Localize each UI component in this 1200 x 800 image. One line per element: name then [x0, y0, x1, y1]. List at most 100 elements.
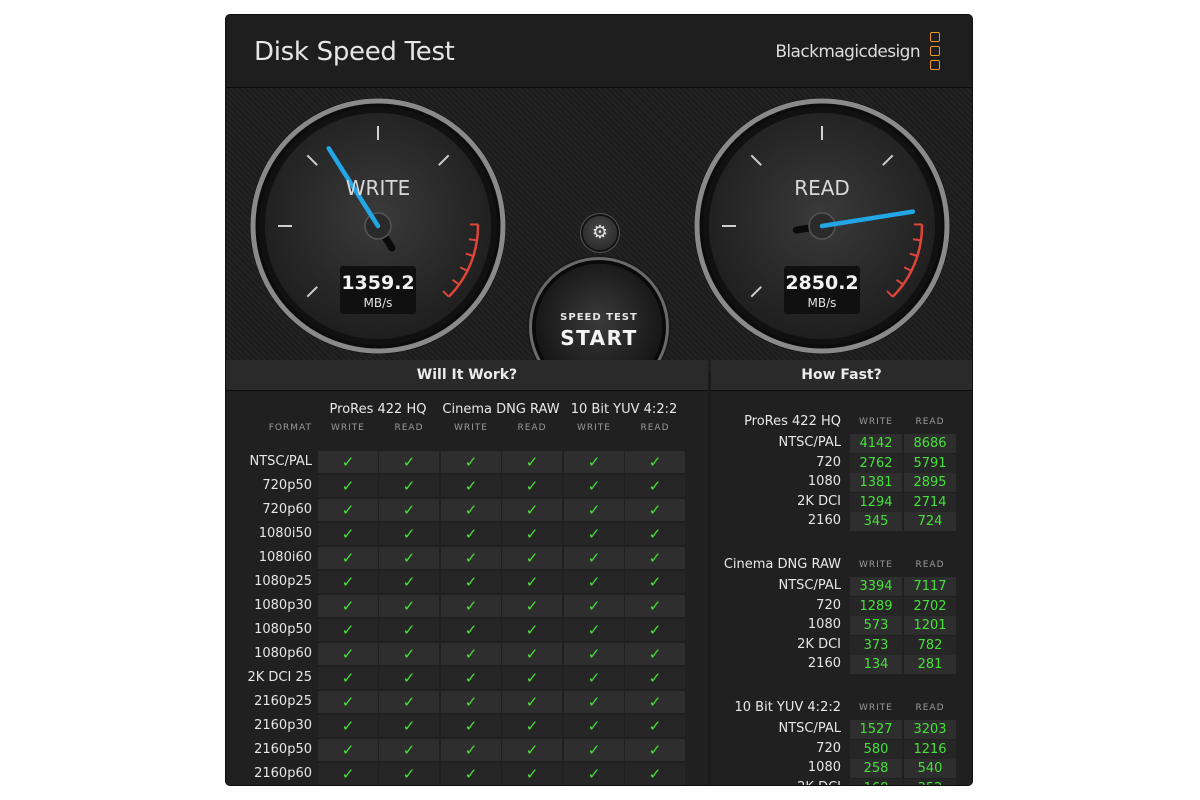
how-fast-read-cell: 7117 [904, 577, 956, 596]
check-icon: ✓ [587, 765, 601, 783]
wiw-group-header: 10 Bit YUV 4:2:2 [570, 402, 678, 417]
how-fast-read-value: 5791 [913, 455, 947, 471]
wiw-cell: ✓ [564, 691, 624, 713]
wiw-format-label: 720p60 [262, 502, 312, 517]
wiw-cell: ✓ [379, 667, 439, 689]
wiw-cell: ✓ [441, 523, 501, 545]
wiw-cell: ✓ [502, 547, 562, 569]
how-fast-write-header: WRITE [859, 417, 893, 427]
gauge-redline-tick [468, 238, 478, 242]
how-fast-write-cell: 4142 [850, 434, 902, 453]
check-icon: ✓ [525, 477, 539, 495]
check-icon: ✓ [525, 717, 539, 735]
wiw-cell: ✓ [318, 571, 378, 593]
check-icon: ✓ [464, 573, 478, 591]
how-fast-read-cell: 540 [904, 759, 956, 779]
wiw-cell: ✓ [502, 619, 562, 641]
will-it-work-heading: Will It Work? [226, 360, 708, 391]
how-fast-read-cell: 3203 [904, 720, 956, 739]
check-icon: ✓ [341, 501, 355, 519]
check-icon: ✓ [341, 693, 355, 711]
how-fast-read-cell: 2702 [904, 596, 956, 616]
wiw-cell: ✓ [318, 643, 378, 665]
how-fast-panel: How Fast? ProRes 422 HQ WRITE READ NTSC/PAL… [711, 360, 972, 785]
wiw-cell: ✓ [441, 763, 501, 785]
check-icon: ✓ [648, 717, 662, 735]
check-icon: ✓ [648, 621, 662, 639]
how-fast-read-value: 8686 [913, 436, 947, 451]
check-icon: ✓ [402, 741, 416, 759]
how-fast-read-value: 2702 [913, 598, 947, 614]
how-fast-write-value: 1294 [859, 494, 893, 510]
how-fast-read-cell: 352 [904, 778, 956, 785]
how-fast-write-cell: 2762 [850, 453, 902, 473]
how-fast-read-value: 540 [917, 761, 943, 777]
how-fast-read-value: 2895 [913, 475, 947, 491]
wiw-cell: ✓ [625, 667, 685, 689]
wiw-cell: ✓ [625, 763, 685, 785]
check-icon: ✓ [341, 717, 355, 735]
wiw-cell: ✓ [318, 475, 378, 497]
check-icon: ✓ [587, 621, 601, 639]
how-fast-read-header: READ [915, 560, 945, 570]
wiw-cell: ✓ [318, 451, 378, 473]
how-fast-read-value: 352 [904, 779, 956, 785]
write-speed-readout: 1359.2 MB/s [340, 266, 416, 314]
write-gauge-label: WRITE [345, 176, 411, 200]
how-fast-write-value: 134 [863, 657, 889, 673]
wiw-format-label: 2K DCI 25 [247, 670, 312, 685]
check-icon: ✓ [525, 669, 539, 687]
wiw-cell: ✓ [379, 571, 439, 593]
wiw-cell: ✓ [625, 547, 685, 569]
wiw-cell: ✓ [502, 571, 562, 593]
wiw-cell: ✓ [379, 643, 439, 665]
wiw-cell: ✓ [625, 595, 685, 617]
check-icon: ✓ [464, 693, 478, 711]
how-fast-read-cell: 1201 [904, 616, 956, 636]
how-fast-write-value: 4142 [859, 436, 893, 451]
wiw-cell: ✓ [318, 619, 378, 641]
check-icon: ✓ [648, 549, 662, 567]
check-icon: ✓ [341, 645, 355, 663]
wiw-cell: ✓ [379, 691, 439, 713]
wiw-cell: ✓ [625, 643, 685, 665]
wiw-cell: ✓ [318, 739, 378, 761]
how-fast-resolution-label: 2K DCI [797, 780, 841, 785]
how-fast-resolution-label: NTSC/PAL [778, 721, 841, 736]
wiw-cell: ✓ [564, 547, 624, 569]
check-icon: ✓ [648, 525, 662, 543]
how-fast-write-value: 1289 [859, 598, 893, 614]
wiw-write-column-header: WRITE [331, 423, 365, 433]
wiw-cell: ✓ [441, 547, 501, 569]
how-fast-read-cell: 5791 [904, 453, 956, 473]
how-fast-resolution-label: NTSC/PAL [778, 435, 841, 450]
gauge-panel: WRITE 1359.2 MB/s ⚙ SPEED TEST START REA… [226, 88, 972, 390]
settings-button[interactable]: ⚙ [583, 216, 617, 250]
how-fast-resolution-label: 1080 [807, 760, 841, 776]
wiw-cell: ✓ [441, 451, 501, 473]
wiw-cell: ✓ [564, 715, 624, 737]
how-fast-write-header: WRITE [859, 560, 893, 570]
write-speed-unit: MB/s [363, 296, 393, 310]
wiw-cell: ✓ [564, 643, 624, 665]
check-icon: ✓ [648, 741, 662, 759]
write-speed-value: 1359.2 [341, 272, 415, 294]
wiw-cell: ✓ [379, 619, 439, 641]
how-fast-write-cell: 168 [850, 778, 902, 785]
check-icon: ✓ [525, 501, 539, 519]
wiw-read-column-header: READ [394, 423, 424, 433]
check-icon: ✓ [525, 693, 539, 711]
blackmagic-logo-icon [930, 32, 942, 72]
how-fast-resolution-label: 2K DCI [797, 636, 841, 652]
wiw-read-column-header: READ [640, 423, 670, 433]
how-fast-write-value: 573 [863, 618, 889, 634]
how-fast-write-value: 3394 [859, 579, 893, 594]
wiw-read-column-header: READ [517, 423, 547, 433]
check-icon: ✓ [402, 669, 416, 687]
check-icon: ✓ [341, 741, 355, 759]
wiw-cell: ✓ [379, 739, 439, 761]
wiw-format-label: 2160p50 [254, 742, 312, 757]
wiw-cell: ✓ [625, 451, 685, 473]
wiw-cell: ✓ [441, 691, 501, 713]
how-fast-write-cell: 573 [850, 616, 902, 636]
